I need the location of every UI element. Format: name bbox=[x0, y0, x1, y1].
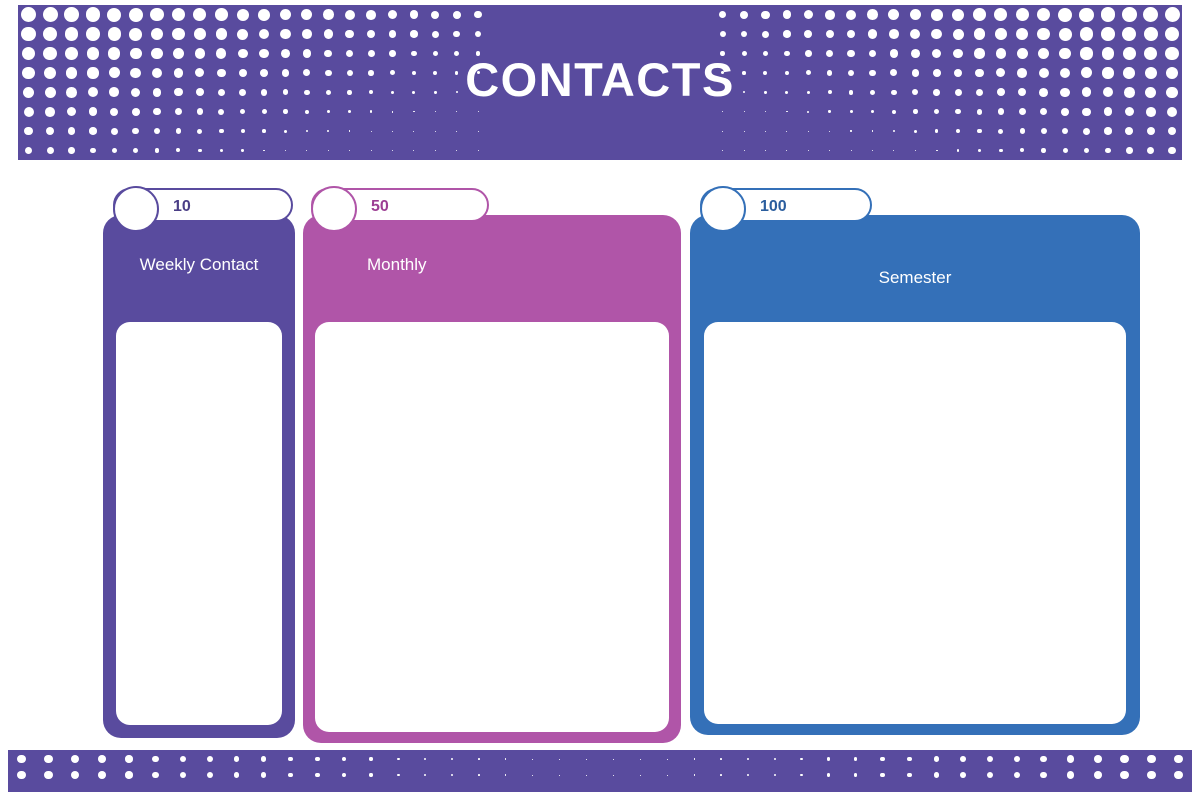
footer-dot-pattern-left bbox=[8, 750, 600, 792]
card-badge-number: 10 bbox=[173, 198, 191, 215]
card-badge[interactable]: 10 bbox=[113, 186, 293, 232]
card-badge[interactable]: 50 bbox=[311, 186, 489, 232]
card-badge-number: 50 bbox=[371, 198, 389, 215]
cards-area: Weekly Contact 10 Monthly 50 Semester 10… bbox=[0, 160, 1200, 750]
footer-strip bbox=[8, 750, 1192, 792]
card-badge-circle bbox=[311, 186, 357, 232]
card-badge-number: 100 bbox=[760, 198, 787, 215]
card-badge-circle bbox=[700, 186, 746, 232]
footer-dot-pattern-right bbox=[600, 750, 1192, 792]
card-label: Semester bbox=[878, 268, 952, 287]
card-inner-panel[interactable] bbox=[704, 322, 1126, 724]
page-title: CONTACTS bbox=[465, 53, 735, 106]
card-inner-panel[interactable] bbox=[315, 322, 669, 732]
header-banner: CONTACTS bbox=[18, 5, 1182, 160]
card-label: Monthly bbox=[367, 255, 427, 274]
card-inner-panel[interactable] bbox=[116, 322, 282, 725]
card-badge-circle bbox=[113, 186, 159, 232]
card-badge[interactable]: 100 bbox=[700, 186, 872, 232]
card-label: Weekly Contact bbox=[139, 255, 259, 274]
